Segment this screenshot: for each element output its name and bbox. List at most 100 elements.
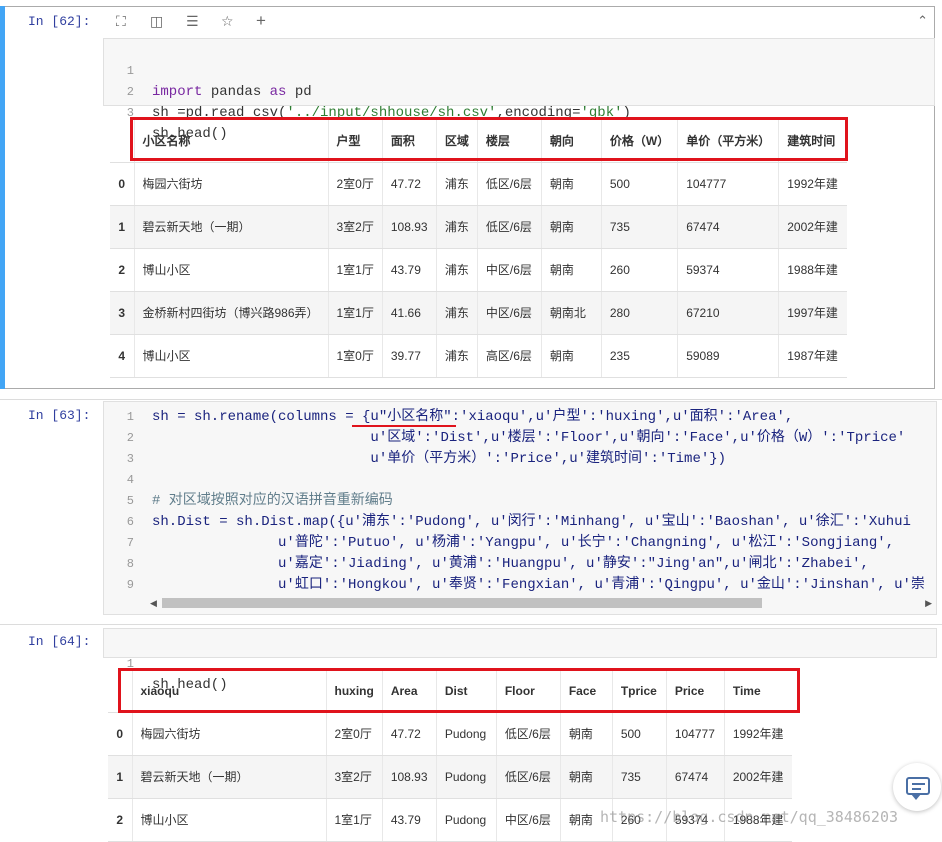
table-row: 3 金桥新村四街坊（博兴路986弄） 1室1厅 41.66 浦东 中区/6层 朝南北 280 6…	[110, 291, 847, 335]
table-cell: 67474	[677, 205, 779, 249]
table-cell: 朝南	[559, 712, 613, 756]
table-cell: 浦东	[435, 248, 478, 292]
table-cell: 浦东	[435, 162, 478, 206]
code-line: # 对区域按照对应的汉语拼音重新编码	[152, 493, 393, 509]
table-cell: 朝南	[540, 334, 602, 378]
plus-icon[interactable]: +	[256, 10, 266, 32]
table-cell: 碧云新天地（一期）	[133, 205, 328, 249]
table-cell: 1室1厅	[327, 248, 383, 292]
table-row: 0 梅园六街坊 2室0厅 47.72 Pudong 低区/6层 朝南 500 104777 199…	[108, 712, 793, 756]
table-cell: 朝南北	[540, 291, 602, 335]
table-cell: 735	[611, 755, 667, 799]
line-number: 5	[126, 494, 134, 508]
line-number: 3	[126, 452, 134, 466]
scroll-left-icon[interactable]: ◀	[150, 596, 157, 610]
code-editor[interactable]: 1 import pandas as pd 2 sh =pd.read_csv(…	[103, 38, 935, 142]
table-cell: 1992年建	[778, 162, 847, 206]
cell-toolbar: ⛶ ◫ ☰ ☆ + ⌃	[108, 10, 928, 32]
table-cell: 1室1厅	[325, 798, 383, 842]
table-row: 0 梅园六街坊 2室0厅 47.72 浦东 低区/6层 朝南 500 104777 1992年建	[110, 162, 847, 206]
comment-icon	[906, 777, 930, 800]
table-cell: 260	[600, 248, 678, 292]
code-line: import pandas as pd	[152, 84, 312, 100]
row-index: 2	[110, 248, 134, 292]
header-highlight-box	[130, 117, 848, 161]
table-cell: 39.77	[381, 334, 437, 378]
table-cell: 280	[600, 291, 678, 335]
table-cell: 朝南	[540, 162, 602, 206]
table-cell: 梅园六街坊	[133, 162, 328, 206]
split-icon[interactable]: ◫	[150, 10, 163, 32]
star-icon[interactable]: ☆	[221, 10, 234, 32]
table-cell: Pudong	[435, 798, 497, 842]
horizontal-scrollbar[interactable]: ◀ ▶	[148, 596, 936, 610]
table-row: 1 碧云新天地（一期） 3室2厅 108.93 Pudong 低区/6层 朝南 735 6747…	[108, 755, 793, 799]
indent-icon[interactable]: ☰	[186, 10, 199, 32]
table-cell: 43.79	[381, 798, 437, 842]
table-cell: 2室0厅	[327, 162, 383, 206]
code-line: u'嘉定':'Jiading', u'黄浦':'Huangpu', u'静安':…	[152, 556, 869, 572]
watermark: https://blog.csdn.net/qq_38486203	[600, 808, 899, 826]
table-cell: 中区/6层	[476, 248, 542, 292]
table-cell: 235	[600, 334, 678, 378]
table-cell: 47.72	[381, 162, 437, 206]
table-cell: 碧云新天地（一期）	[131, 755, 326, 799]
code-line: sh.Dist = sh.Dist.map({u'浦东':'Pudong', u…	[152, 514, 911, 530]
row-index: 4	[110, 334, 134, 378]
cell-prompt: In [64]:	[28, 634, 91, 649]
table-cell: 59374	[677, 248, 779, 292]
table-cell: 500	[611, 712, 667, 756]
scroll-right-icon[interactable]: ▶	[925, 596, 932, 610]
row-index: 1	[108, 755, 132, 799]
code-line: u'虹口':'Hongkou', u'奉贤':'Fengxian', u'青浦'…	[152, 577, 925, 593]
table-cell: 104777	[677, 162, 779, 206]
row-index: 0	[108, 712, 132, 756]
table-cell: 1997年建	[778, 291, 847, 335]
table-cell: 博山小区	[131, 798, 326, 842]
table-cell: 1992年建	[723, 712, 793, 756]
table-cell: Pudong	[435, 755, 497, 799]
table-cell: 低区/6层	[476, 162, 542, 206]
table-cell: 3室2厅	[327, 205, 383, 249]
table-row: 2 博山小区 1室1厅 43.79 浦东 中区/6层 朝南 260 59374 1988年建	[110, 248, 847, 292]
comment-button[interactable]	[893, 763, 941, 811]
table-cell: 1987年建	[778, 334, 847, 378]
table-cell: 2002年建	[778, 205, 847, 249]
line-number: 6	[126, 515, 134, 529]
table-cell: 博山小区	[133, 334, 328, 378]
table-cell: 中区/6层	[476, 291, 542, 335]
cell-separator	[0, 624, 942, 625]
table-cell: 67474	[665, 755, 725, 799]
code-editor[interactable]: 1 sh.head()	[103, 628, 937, 693]
table-row: 1 碧云新天地（一期） 3室2厅 108.93 浦东 低区/6层 朝南 735 67474 200…	[110, 205, 847, 249]
code-line: u'单价（平方米）':'Price',u'建筑时间':'Time'})	[152, 451, 727, 467]
code-editor[interactable]: 1 sh = sh.rename(columns = {u"小区名称":'xiao…	[103, 401, 937, 615]
table-cell: 47.72	[381, 712, 437, 756]
row-index: 3	[110, 291, 134, 335]
table-cell: 104777	[665, 712, 725, 756]
table-cell: 41.66	[381, 291, 437, 335]
table-cell: 59089	[677, 334, 779, 378]
collapse-icon[interactable]: ⌃	[917, 10, 928, 32]
table-row: 4 博山小区 1室0厅 39.77 浦东 高区/6层 朝南 235 59089 1987年建	[110, 334, 847, 378]
line-number: 7	[126, 536, 134, 550]
table-cell: 高区/6层	[476, 334, 542, 378]
table-cell: 中区/6层	[495, 798, 561, 842]
line-number: 9	[126, 578, 134, 592]
expand-icon[interactable]: ⛶	[116, 10, 126, 32]
table-cell: 108.93	[381, 755, 437, 799]
code-line: u'区域':'Dist',u'楼层':'Floor',u'朝向':'Face',…	[152, 430, 906, 446]
table-cell: 金桥新村四街坊（博兴路986弄）	[133, 291, 328, 335]
line-number: 2	[126, 431, 134, 445]
table-cell: 梅园六街坊	[131, 712, 326, 756]
table-cell: 2002年建	[723, 755, 793, 799]
code-line: sh = sh.rename(columns = {u"小区名称":'xiaoq…	[152, 409, 794, 425]
cell-prompt: In [62]:	[28, 14, 91, 29]
scrollbar-thumb[interactable]	[162, 598, 762, 608]
table-cell: 735	[600, 205, 678, 249]
cell-separator	[0, 399, 942, 400]
table-cell: 博山小区	[133, 248, 328, 292]
row-index: 1	[110, 205, 134, 249]
table-cell: 浦东	[435, 334, 478, 378]
line-number: 4	[126, 473, 134, 487]
